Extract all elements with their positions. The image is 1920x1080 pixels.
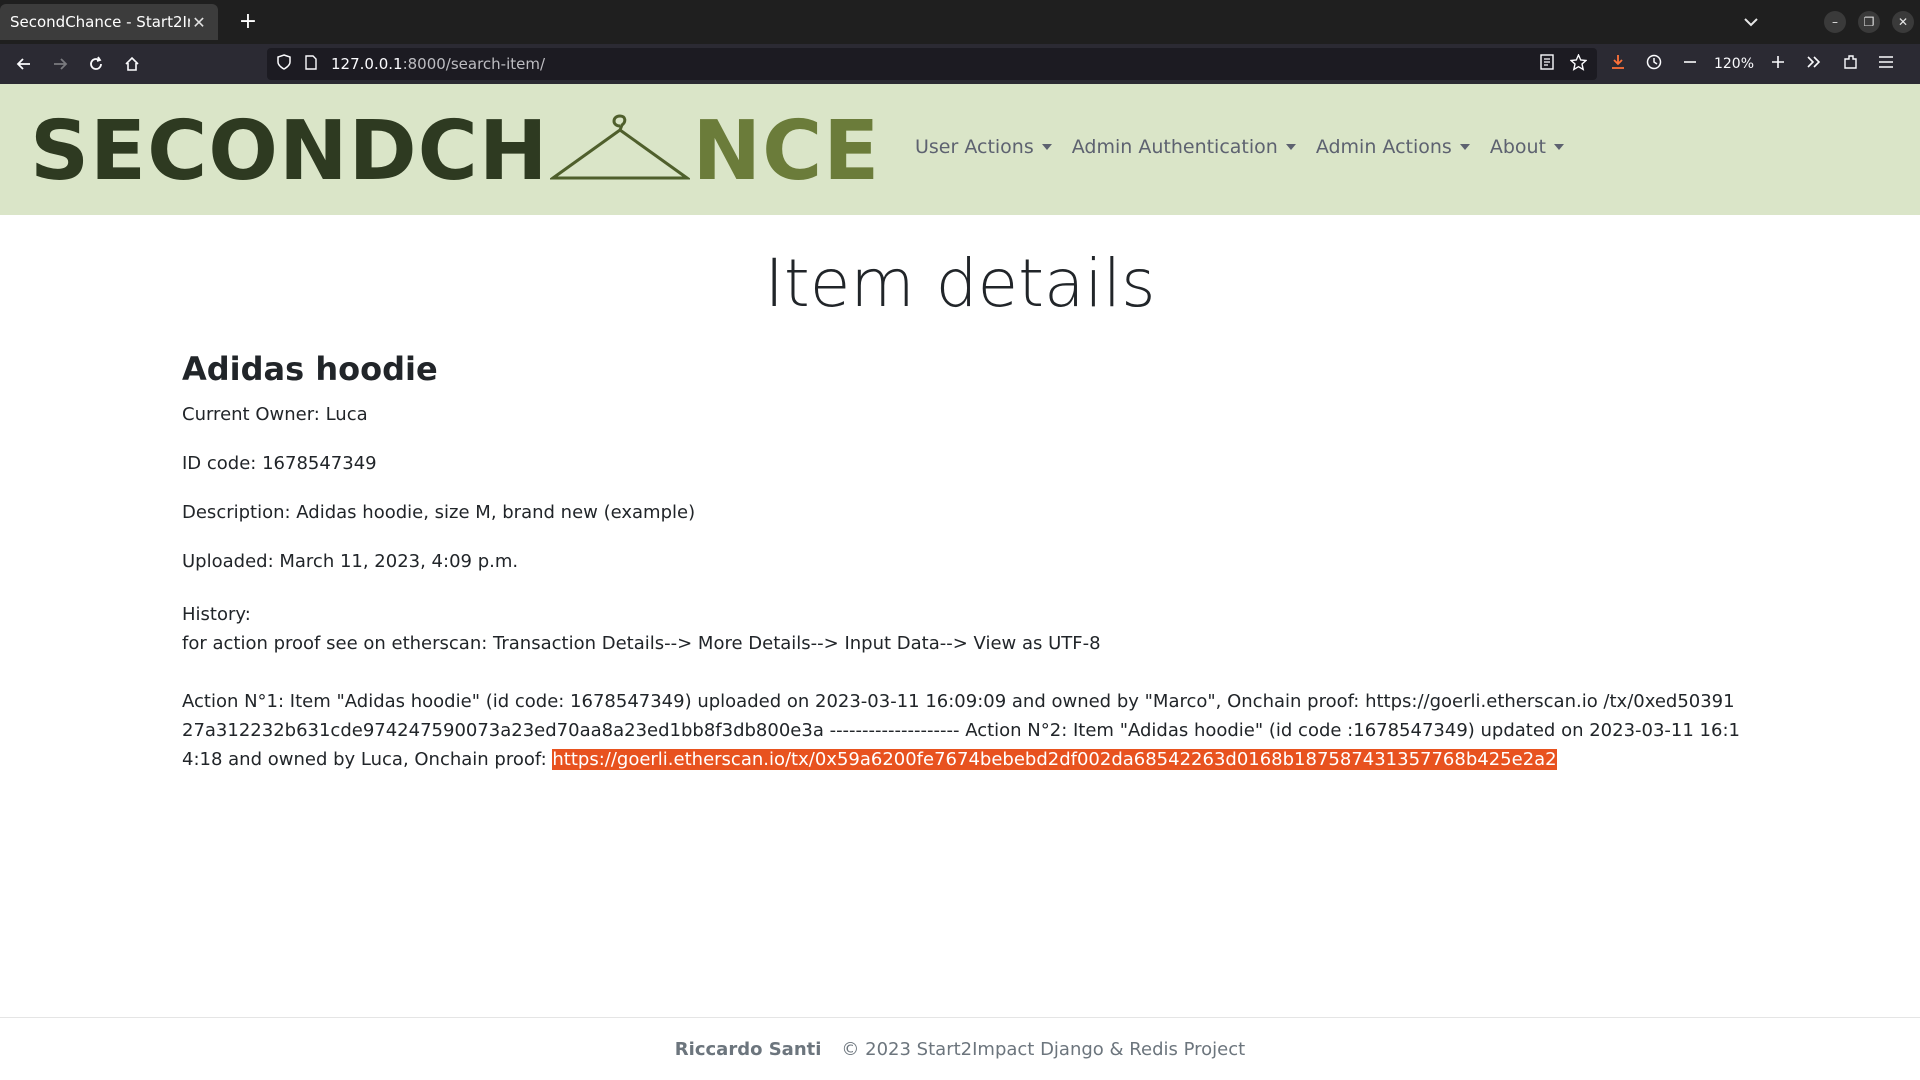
close-window-button[interactable]: ✕ — [1886, 0, 1920, 44]
tab-list-icon[interactable] — [1734, 0, 1768, 44]
window-controls: – ❐ ✕ — [1734, 0, 1920, 44]
site-header: SECONDCH NCE User Actions Admin Authenti… — [0, 84, 1920, 215]
current-owner: Current Owner: Luca — [182, 404, 368, 425]
menu-user-actions[interactable]: User Actions — [915, 136, 1052, 158]
download-icon[interactable] — [1600, 54, 1636, 75]
item-details: Adidas hoodie Current Owner: Luca ID cod… — [182, 350, 1742, 774]
caret-down-icon — [1554, 144, 1565, 150]
back-arrow-icon[interactable] — [6, 46, 42, 82]
main-menu: User Actions Admin Authentication Admin … — [915, 136, 1565, 158]
menu-hamburger-icon[interactable] — [1868, 54, 1904, 74]
menu-label: Admin Actions — [1315, 136, 1452, 158]
menu-about[interactable]: About — [1489, 136, 1565, 158]
page-title: Item details — [764, 245, 1156, 322]
browser-nav-bar: 127.0.0.1:8000/search-item/ 120% — [0, 44, 1920, 84]
footer-copyright: © 2023 Start2Impact Django & Redis Proje… — [841, 1038, 1246, 1060]
caret-down-icon — [1459, 144, 1470, 150]
url-host: 127.0.0.1 — [331, 55, 403, 73]
description: Description: Adidas hoodie, size M, bran… — [182, 502, 696, 523]
logo-text-part2: NCE — [692, 104, 881, 199]
shield-icon[interactable] — [277, 54, 291, 74]
menu-label: Admin Authentication — [1071, 136, 1278, 158]
overflow-chevrons-icon[interactable] — [1796, 54, 1832, 74]
item-name: Adidas hoodie — [182, 350, 438, 388]
forward-arrow-icon[interactable] — [42, 46, 78, 82]
zoom-in-icon[interactable] — [1760, 54, 1796, 74]
address-bar[interactable]: 127.0.0.1:8000/search-item/ — [267, 48, 1597, 80]
footer-author: Riccardo Santi — [674, 1038, 822, 1060]
reload-icon[interactable] — [78, 46, 114, 82]
menu-admin-authentication[interactable]: Admin Authentication — [1072, 136, 1296, 158]
home-icon[interactable] — [114, 46, 150, 82]
caret-down-icon — [1041, 144, 1052, 150]
history-section: History: for action proof see on ethersc… — [182, 600, 1742, 774]
toolbar-right: 120% — [1600, 44, 1904, 84]
uploaded-date: Uploaded: March 11, 2023, 4:09 p.m. — [182, 551, 519, 572]
caret-down-icon — [1285, 144, 1296, 150]
menu-admin-actions[interactable]: Admin Actions — [1316, 136, 1470, 158]
zoom-level[interactable]: 120% — [1708, 56, 1760, 72]
new-tab-button[interactable]: + — [234, 8, 262, 36]
onchain-proof-link[interactable]: https://goerli.etherscan.io/tx/0x59a6200… — [552, 749, 1557, 770]
urlbar-actions — [1540, 48, 1588, 80]
browser-tab-bar: SecondChance - Start2Impact ✕ + – ❐ ✕ — [0, 0, 1920, 44]
url-path: :8000/search-item/ — [402, 55, 546, 73]
history-actions: Action N°1: Item "Adidas hoodie" (id cod… — [182, 687, 1742, 774]
restore-button[interactable]: ❐ — [1852, 0, 1886, 44]
menu-label: About — [1489, 136, 1547, 158]
minimize-button[interactable]: – — [1818, 0, 1852, 44]
reader-view-icon[interactable] — [1540, 54, 1554, 74]
browser-tab[interactable]: SecondChance - Start2Impact ✕ — [0, 4, 218, 40]
id-code: ID code: 1678547349 — [182, 453, 377, 474]
history-note: for action proof see on etherscan: Trans… — [182, 633, 1101, 654]
zoom-out-icon[interactable] — [1672, 54, 1708, 74]
history-label: History: — [182, 604, 251, 625]
logo-text-part1: SECONDCH — [30, 104, 549, 199]
tab-close-icon[interactable]: ✕ — [190, 13, 208, 32]
page-icon[interactable] — [305, 54, 317, 74]
hanger-icon — [550, 114, 691, 180]
history-clock-icon[interactable] — [1636, 54, 1672, 75]
extensions-icon[interactable] — [1832, 54, 1868, 75]
url-text[interactable]: 127.0.0.1:8000/search-item/ — [331, 55, 545, 73]
tab-title: SecondChance - Start2Impact — [10, 13, 190, 31]
menu-label: User Actions — [915, 136, 1034, 158]
site-logo[interactable]: SECONDCH NCE — [30, 104, 881, 199]
page-footer: Riccardo Santi © 2023 Start2Impact Djang… — [0, 1017, 1920, 1080]
bookmark-star-icon[interactable] — [1569, 52, 1588, 75]
